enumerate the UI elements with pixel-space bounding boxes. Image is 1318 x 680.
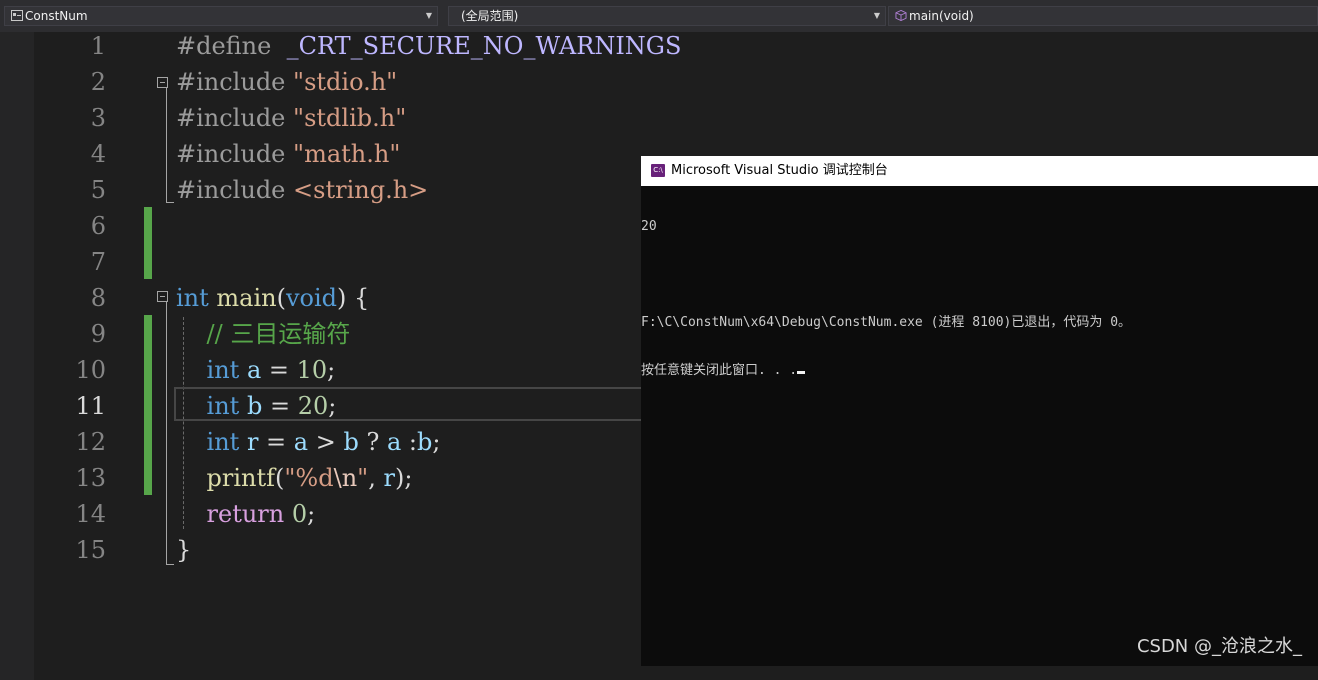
console-output: 20 F:\C\ConstNum\x64\Debug\ConstNum.exe … — [641, 187, 1318, 411]
line-number: 5 — [90, 176, 106, 204]
line-number: 12 — [75, 428, 106, 456]
console-line: 20 — [641, 219, 657, 234]
line-number: 3 — [90, 104, 106, 132]
line-number: 7 — [90, 248, 106, 276]
code-text: int b = 20; — [206, 392, 337, 420]
line-number: 4 — [90, 140, 106, 168]
code-line: 3 #include "stdlib.h" — [0, 100, 1318, 136]
code-text: int a = 10; — [206, 356, 336, 384]
line-number: 8 — [90, 284, 106, 312]
chevron-down-icon: ▼ — [425, 11, 432, 20]
line-number: 1 — [90, 32, 106, 60]
code-text: // 三目运输符 — [206, 320, 351, 348]
line-number: 14 — [75, 500, 106, 528]
code-text: int r = a > b ? a :b; — [206, 428, 441, 456]
console-line: 按任意键关闭此窗口. . . — [641, 363, 798, 378]
console-title-bar[interactable]: C:\ Microsoft Visual Studio 调试控制台 — [641, 156, 1318, 186]
console-title: Microsoft Visual Studio 调试控制台 — [671, 163, 888, 178]
code-text: return 0; — [206, 500, 316, 528]
visual-studio-console-icon: C:\ — [651, 164, 665, 177]
code-text: int main(void) { — [176, 284, 370, 312]
project-label: ConstNum — [25, 9, 88, 23]
code-text: } — [176, 536, 192, 564]
method-cube-icon — [895, 10, 907, 21]
code-line: 2 #include "stdio.h" — [0, 64, 1318, 100]
code-line: 1 #define _CRT_SECURE_NO_WARNINGS — [0, 28, 1318, 64]
line-number: 15 — [75, 536, 106, 564]
line-number: 9 — [90, 320, 106, 348]
scope-dropdown[interactable]: (全局范围) ▼ — [448, 6, 886, 26]
line-number: 13 — [75, 464, 106, 492]
code-text: #define _CRT_SECURE_NO_WARNINGS — [176, 32, 682, 60]
console-line: F:\C\ConstNum\x64\Debug\ConstNum.exe (进程… — [641, 315, 1132, 330]
text-cursor — [797, 371, 806, 374]
line-number: 6 — [90, 212, 106, 240]
function-label: main(void) — [909, 9, 974, 23]
scope-label: (全局范围) — [461, 9, 519, 23]
line-number: 10 — [75, 356, 106, 384]
project-dropdown[interactable]: ConstNum ▼ — [4, 6, 438, 26]
code-text: #include "math.h" — [176, 140, 401, 168]
code-text: #include "stdio.h" — [176, 68, 398, 96]
code-text: #include <string.h> — [176, 176, 429, 204]
function-dropdown[interactable]: main(void) — [888, 6, 1318, 26]
console-line-wrap: 按任意键关闭此窗口. . . — [641, 363, 1318, 379]
line-number: 11 — [75, 392, 106, 420]
watermark: CSDN @_沧浪之水_ — [1136, 636, 1302, 657]
cpp-project-icon — [11, 10, 23, 21]
line-number: 2 — [90, 68, 106, 96]
code-text: printf("%d\n", r); — [206, 464, 413, 492]
chevron-down-icon: ▼ — [873, 11, 880, 20]
code-text: #include "stdlib.h" — [176, 104, 407, 132]
debug-console-window[interactable]: C:\ Microsoft Visual Studio 调试控制台 20 F:\… — [641, 156, 1318, 666]
